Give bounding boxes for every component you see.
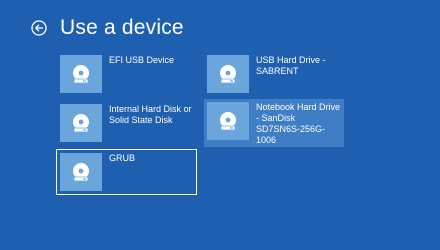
disc-drive-icon [73, 65, 89, 84]
device-tile-usb-sabrent[interactable]: USB Hard Drive - SABRENT [204, 52, 344, 98]
device-icon-box [60, 104, 102, 142]
device-icon-box [207, 102, 249, 140]
disc-drive-icon [73, 114, 89, 133]
back-arrow-circle-icon [31, 20, 47, 36]
device-tile-notebook-sandisk[interactable]: Notebook Hard Drive - SanDisk SD7SN6S-25… [204, 99, 344, 147]
page-title: Use a device [60, 16, 184, 39]
back-button[interactable] [30, 19, 48, 37]
device-label: USB Hard Drive - SABRENT [256, 55, 326, 76]
device-label: Notebook Hard Drive - SanDisk SD7SN6S-25… [256, 102, 341, 145]
device-icon-box [60, 55, 102, 93]
device-label: EFI USB Device [109, 55, 175, 65]
device-icon-box [60, 153, 102, 191]
device-icon-box [207, 55, 249, 93]
disc-drive-icon [220, 65, 236, 84]
device-tile-efi-usb[interactable]: EFI USB Device [57, 52, 197, 98]
disc-drive-icon [220, 112, 236, 131]
device-label: GRUB [109, 153, 136, 163]
page-header: Use a device [30, 14, 184, 42]
disc-drive-icon [73, 163, 89, 182]
device-label: Internal Hard Disk or Solid State Disk [109, 104, 192, 125]
device-tile-grub[interactable]: GRUB [56, 149, 197, 195]
device-tile-internal-disk[interactable]: Internal Hard Disk or Solid State Disk [57, 101, 197, 147]
